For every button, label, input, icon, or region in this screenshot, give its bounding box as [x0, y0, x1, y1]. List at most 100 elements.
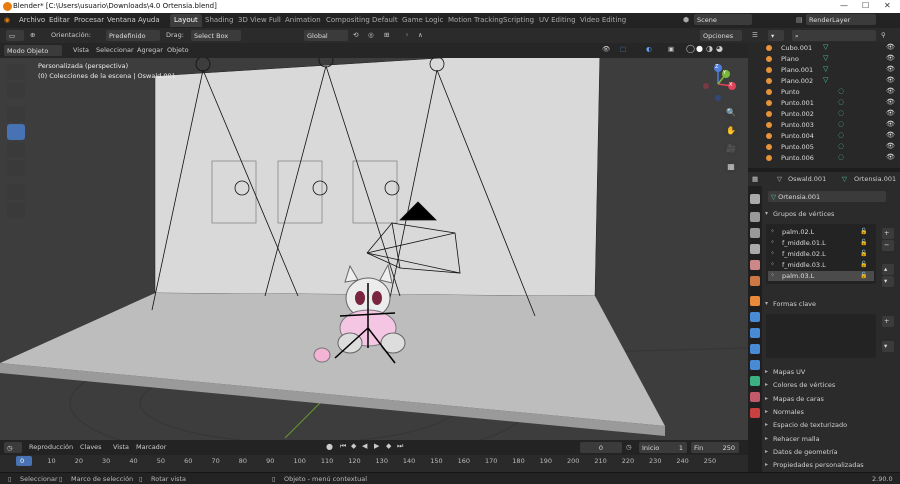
- lock-icon[interactable]: 🔓: [860, 272, 867, 279]
- properties-section[interactable]: ▸ Espacio de texturizado: [764, 419, 899, 431]
- menu-objeto[interactable]: Objeto: [167, 46, 189, 54]
- render-layer-selector[interactable]: RenderLayer: [806, 14, 876, 25]
- cursor-icon[interactable]: [7, 82, 25, 98]
- snap-icon[interactable]: ◎: [368, 31, 374, 39]
- start-frame-field[interactable]: Inicio 1: [639, 442, 687, 453]
- light-data-icon[interactable]: ◌: [838, 131, 844, 139]
- play-icon[interactable]: ▶: [374, 442, 379, 450]
- light-data-icon[interactable]: ◌: [838, 109, 844, 117]
- tab-uv-editing[interactable]: UV Editing: [535, 14, 580, 27]
- solid-shading-icon[interactable]: ●: [696, 44, 703, 53]
- properties-section[interactable]: ▸ Datos de geometría: [764, 446, 899, 458]
- record-icon[interactable]: ●: [326, 442, 333, 451]
- wireframe-shading-icon[interactable]: ◯: [686, 44, 695, 53]
- tab-default[interactable]: Default: [368, 14, 402, 27]
- menu-marcador[interactable]: Marcador: [136, 443, 166, 451]
- material-tab-icon[interactable]: [750, 392, 760, 402]
- vertex-group-item[interactable]: ⁘ f_middle.02.L 🔓: [768, 249, 874, 259]
- add-shape-key-button[interactable]: +: [882, 316, 894, 327]
- constraints-tab-icon[interactable]: [750, 360, 760, 370]
- timeline-editor-icon[interactable]: ◷: [4, 442, 22, 453]
- remove-vertex-group-button[interactable]: −: [882, 240, 894, 251]
- tab-shading[interactable]: Shading: [201, 14, 237, 27]
- vertex-group-item[interactable]: ⁘ f_middle.03.L 🔓: [768, 260, 874, 270]
- properties-editor-icon[interactable]: ▦: [752, 175, 758, 183]
- outliner-item[interactable]: Punto.005 ◌ 👁: [748, 141, 900, 152]
- rotate-icon[interactable]: [7, 124, 25, 140]
- proportional-editing-icon[interactable]: ◦: [405, 31, 409, 39]
- menu-ventana[interactable]: Ventana: [107, 16, 136, 24]
- transform-icon[interactable]: [7, 160, 25, 176]
- maximize-icon[interactable]: ☐: [862, 1, 869, 10]
- outliner-search-input[interactable]: ⌕: [792, 30, 876, 41]
- lock-icon[interactable]: 🔓: [860, 250, 867, 257]
- select-box-icon[interactable]: [7, 64, 25, 80]
- menu-procesar[interactable]: Procesar: [74, 16, 104, 24]
- material-shading-icon[interactable]: ◑: [706, 44, 713, 53]
- eye-icon[interactable]: 👁: [886, 65, 895, 73]
- overlay-toggle-icon[interactable]: ◐: [646, 45, 652, 53]
- orientation-dropdown[interactable]: Predefinido: [106, 30, 160, 41]
- object-tab-icon[interactable]: [750, 296, 760, 306]
- end-frame-field[interactable]: Fin 250: [691, 442, 739, 453]
- play-reverse-icon[interactable]: ◀: [362, 442, 367, 450]
- object-name[interactable]: Oswald.001: [788, 175, 826, 183]
- mesh-data-name[interactable]: Ortensia.001: [854, 175, 896, 183]
- blender-menu-icon[interactable]: ◉: [4, 16, 10, 24]
- ortho-grid-icon[interactable]: ▦: [724, 160, 738, 174]
- eye-icon[interactable]: 👁: [886, 98, 895, 106]
- tab-3d-view-full[interactable]: 3D View Full: [234, 14, 285, 27]
- falloff-icon[interactable]: ∧: [418, 31, 423, 39]
- modifier-tab-icon[interactable]: [750, 312, 760, 322]
- visibility-icon[interactable]: 👁: [602, 45, 610, 53]
- snap-target-icon[interactable]: ⊞: [384, 31, 389, 39]
- properties-section[interactable]: ▸ Mapas de caras: [764, 393, 899, 405]
- display-mode-icon[interactable]: ▾: [768, 30, 784, 41]
- mesh-data-icon[interactable]: ▽: [823, 65, 828, 73]
- eye-icon[interactable]: 👁: [886, 76, 895, 84]
- jump-end-icon[interactable]: ⏭: [397, 442, 403, 451]
- properties-section[interactable]: ▸ Mapas UV: [764, 366, 899, 378]
- move-icon[interactable]: [7, 106, 25, 122]
- render-tab-icon[interactable]: [750, 212, 760, 222]
- move-up-button[interactable]: ▴: [882, 264, 894, 275]
- scene-selector[interactable]: Scene: [694, 14, 752, 25]
- camera-view-icon[interactable]: 🎥: [724, 142, 738, 156]
- outliner-item[interactable]: Punto.004 ◌ 👁: [748, 130, 900, 141]
- menu-archivo[interactable]: Archivo: [19, 16, 45, 24]
- outliner-item[interactable]: Plano.002 ▽ 👁: [748, 75, 900, 86]
- tab-layout[interactable]: Layout: [170, 14, 202, 27]
- shape-key-menu-button[interactable]: ▾: [882, 341, 894, 352]
- lock-icon[interactable]: 🔓: [860, 228, 867, 235]
- outliner-item[interactable]: Punto.002 ◌ 👁: [748, 108, 900, 119]
- menu-seleccionar[interactable]: Seleccionar: [96, 46, 134, 54]
- outliner-item[interactable]: Punto.006 ◌ 👁: [748, 152, 900, 163]
- pivot-point-icon[interactable]: ⟲: [353, 31, 358, 39]
- light-data-icon[interactable]: ◌: [838, 87, 844, 95]
- transform-orientation-dropdown[interactable]: Global: [304, 30, 348, 41]
- xray-icon[interactable]: ▣: [668, 45, 674, 53]
- vertex-group-item[interactable]: ⁘ f_middle.01.L 🔓: [768, 238, 874, 248]
- mode-dropdown[interactable]: Modo Objeto: [4, 45, 62, 56]
- tool-select-icon[interactable]: ▭: [6, 30, 24, 41]
- timeline-ruler[interactable]: [0, 455, 748, 472]
- outliner-item[interactable]: Plano.001 ▽ 👁: [748, 64, 900, 75]
- eye-icon[interactable]: 👁: [886, 54, 895, 62]
- menu-vista-timeline[interactable]: Vista: [113, 443, 129, 451]
- vertex-group-item[interactable]: ⁘ palm.02.L 🔓: [768, 227, 874, 237]
- gizmo-toggle-icon[interactable]: ⬚: [620, 45, 626, 53]
- tab-video-editing[interactable]: Video Editing: [576, 14, 630, 27]
- outliner-editor-icon[interactable]: ☰: [752, 31, 758, 39]
- mesh-data-icon[interactable]: ▽: [823, 76, 828, 84]
- tool-tab-icon[interactable]: [750, 194, 760, 204]
- mesh-data-icon[interactable]: ▽: [823, 54, 828, 62]
- menu-vista[interactable]: Vista: [73, 46, 89, 54]
- menu-agregar[interactable]: Agregar: [137, 46, 163, 54]
- tab-compositing[interactable]: Compositing: [322, 14, 374, 27]
- lock-icon[interactable]: 🔓: [860, 261, 867, 268]
- move-down-button[interactable]: ▾: [882, 276, 894, 287]
- tab-motion-tracking[interactable]: Motion Tracking: [444, 14, 507, 27]
- measure-icon[interactable]: [7, 202, 25, 218]
- zoom-icon[interactable]: 🔍: [724, 106, 738, 120]
- lock-icon[interactable]: 🔓: [860, 239, 867, 246]
